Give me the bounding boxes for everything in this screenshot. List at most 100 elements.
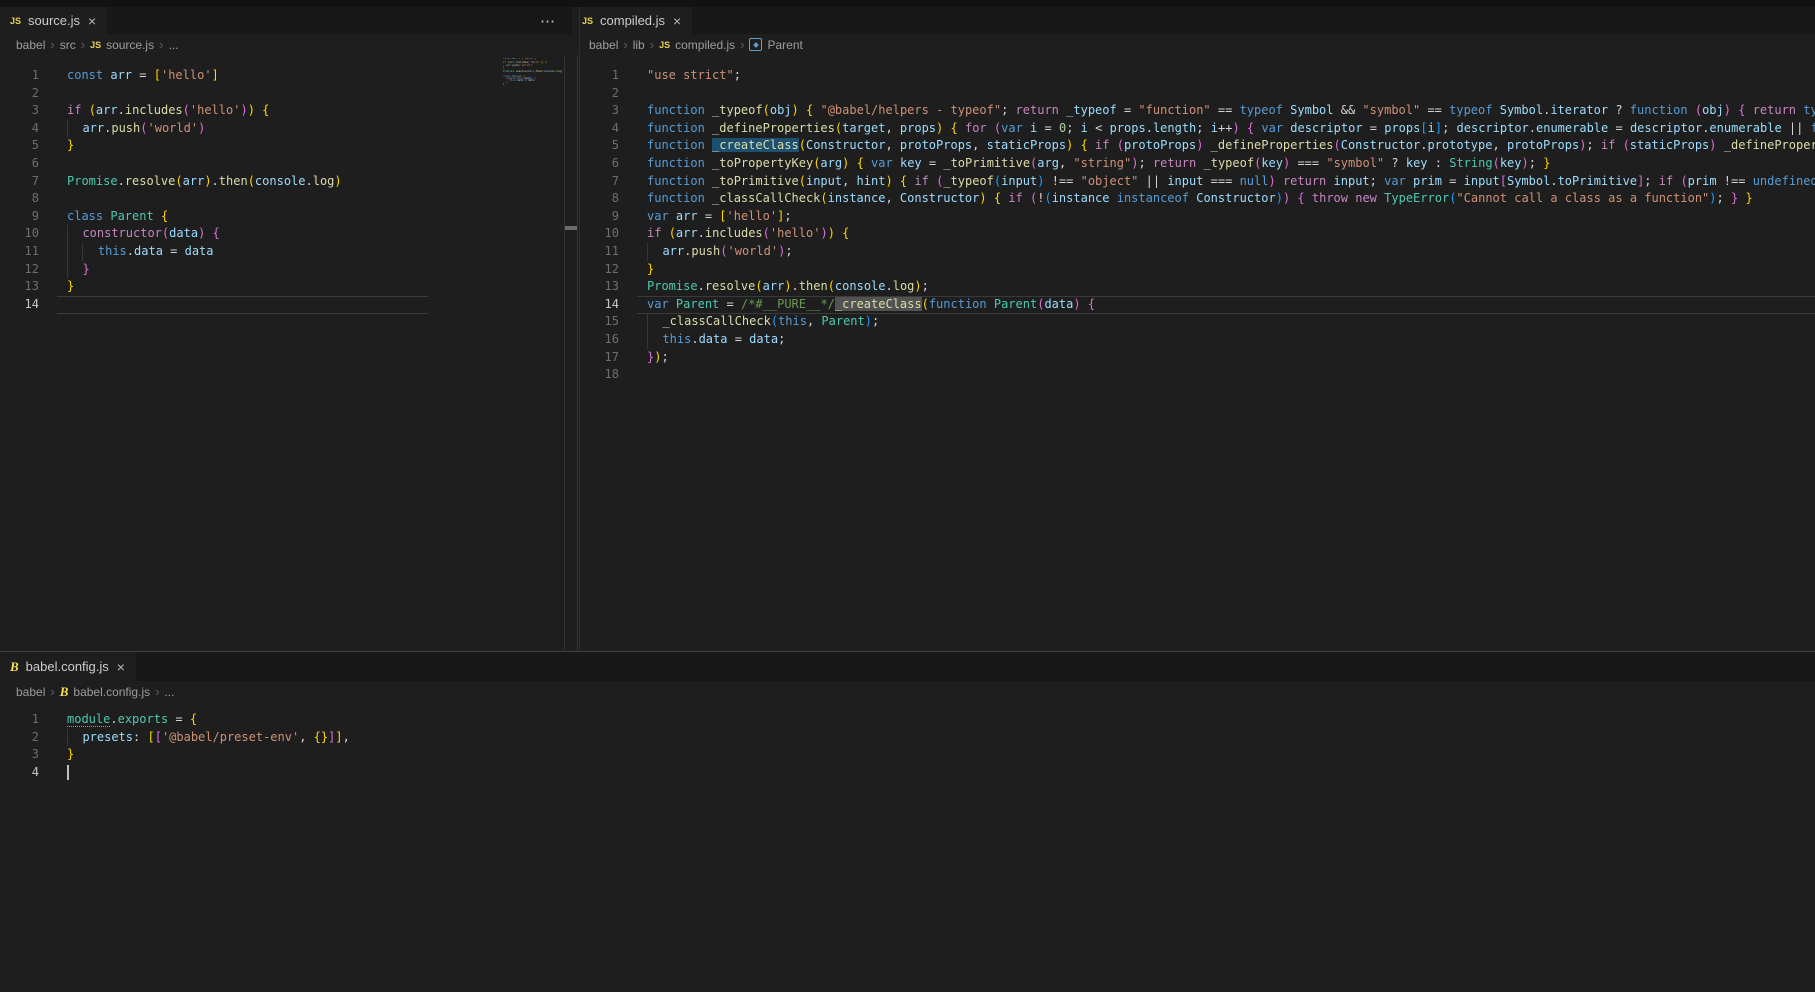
code-text: presets: [['@babel/preset-env', {}]], xyxy=(67,729,350,747)
code-line[interactable]: 6 xyxy=(0,155,579,173)
code-line[interactable]: 13Promise.resolve(arr).then(console.log)… xyxy=(580,278,1815,296)
code-text: if (arr.includes('hello')) { xyxy=(67,102,269,120)
code-line[interactable]: 16 this.data = data; xyxy=(580,331,1815,349)
code-text: constructor(data) { xyxy=(67,225,220,243)
horizontal-sash[interactable] xyxy=(0,651,1815,652)
breadcrumb-item[interactable]: Parent xyxy=(749,38,802,52)
code-line[interactable]: 11 arr.push('world'); xyxy=(580,243,1815,261)
window-top-strip xyxy=(0,0,1815,7)
tab-babel-config-js[interactable]: B babel.config.js × xyxy=(0,652,136,681)
line-number: 15 xyxy=(580,313,619,331)
line-number: 2 xyxy=(580,85,619,103)
code-line[interactable]: 5} xyxy=(0,137,579,155)
line-number: 1 xyxy=(580,67,619,85)
chevron-right-icon: › xyxy=(740,37,744,52)
code-line[interactable]: 8function _classCallCheck(instance, Cons… xyxy=(580,190,1815,208)
code-line[interactable]: 4function _defineProperties(target, prop… xyxy=(580,120,1815,138)
code-line[interactable]: 11 this.data = data xyxy=(0,243,579,261)
code-line[interactable]: 3if (arr.includes('hello')) { xyxy=(0,102,579,120)
breadcrumb-item[interactable]: babel xyxy=(16,685,45,699)
line-number: 12 xyxy=(0,261,39,279)
code-line[interactable]: 14var Parent = /*#__PURE__*/_createClass… xyxy=(580,296,1815,314)
breadcrumb-label: source.js xyxy=(106,38,154,52)
code-line[interactable]: 14 xyxy=(0,296,579,314)
code-line[interactable]: 10if (arr.includes('hello')) { xyxy=(580,225,1815,243)
breadcrumb-label: babel xyxy=(589,38,618,52)
breadcrumb-item[interactable]: ... xyxy=(168,38,178,52)
editor-babel-config-js[interactable]: 1 module.exports = {2 presets: [['@babel/… xyxy=(0,705,1815,992)
javascript-file-icon: JS xyxy=(659,40,670,50)
code-text: function _toPropertyKey(arg) { var key =… xyxy=(647,155,1550,173)
code-line[interactable]: 12 } xyxy=(0,261,579,279)
line-number: 12 xyxy=(580,261,619,279)
line-number: 10 xyxy=(0,225,39,243)
line-number: 9 xyxy=(580,208,619,226)
code-text: this.data = data xyxy=(67,243,214,261)
code-text: class Parent { xyxy=(67,208,168,226)
line-number: 11 xyxy=(0,243,39,261)
code-line[interactable]: 8 xyxy=(0,190,579,208)
code-text: Promise.resolve(arr).then(console.log); xyxy=(647,278,929,296)
code-line[interactable]: 7Promise.resolve(arr).then(console.log) xyxy=(0,173,579,191)
chevron-right-icon: › xyxy=(159,37,163,52)
close-icon[interactable]: × xyxy=(87,14,97,28)
tab-source-js[interactable]: JS source.js × xyxy=(0,7,107,34)
editor-compiled-js[interactable]: 1"use strict";23function _typeof(obj) { … xyxy=(580,55,1815,651)
code-line[interactable]: 10 constructor(data) { xyxy=(0,225,579,243)
code-text: } xyxy=(67,746,74,764)
vertical-sash[interactable] xyxy=(579,7,580,651)
close-icon[interactable]: × xyxy=(672,14,682,28)
line-number: 5 xyxy=(0,137,39,155)
code-line[interactable]: 7function _toPrimitive(input, hint) { if… xyxy=(580,173,1815,191)
code-line[interactable]: 18 xyxy=(580,366,1815,384)
code-line[interactable]: 4 arr.push('world') xyxy=(0,120,579,138)
code-line[interactable]: 5function _createClass(Constructor, prot… xyxy=(580,137,1815,155)
code-line[interactable]: 12} xyxy=(580,261,1815,279)
breadcrumb-item[interactable]: lib xyxy=(633,38,645,52)
breadcrumb-item[interactable]: JScompiled.js xyxy=(659,38,735,52)
editor-actions-more-icon[interactable]: ⋯ xyxy=(540,12,556,30)
code-line[interactable]: 6function _toPropertyKey(arg) { var key … xyxy=(580,155,1815,173)
breadcrumb-item[interactable]: babel xyxy=(16,38,45,52)
overview-ruler-border xyxy=(577,55,578,651)
code-line[interactable]: 1"use strict"; xyxy=(580,67,1815,85)
line-number: 1 xyxy=(0,711,39,729)
code-line[interactable]: 9class Parent { xyxy=(0,208,579,226)
code-line[interactable]: 17}); xyxy=(580,349,1815,367)
code-line[interactable]: 1 module.exports = { xyxy=(0,711,1815,729)
breadcrumb-label: lib xyxy=(633,38,645,52)
code-line[interactable]: 1const arr = ['hello'] xyxy=(0,67,579,85)
breadcrumb: babel›Bbabel.config.js›... xyxy=(0,681,1815,702)
breadcrumb-item[interactable]: JSsource.js xyxy=(90,38,154,52)
babel-file-icon: B xyxy=(60,684,69,700)
code-line[interactable]: 3function _typeof(obj) { "@babel/helpers… xyxy=(580,102,1815,120)
editor-source-js[interactable]: 1const arr = ['hello']23if (arr.includes… xyxy=(0,55,579,651)
code-text: this.data = data; xyxy=(647,331,785,349)
code-line[interactable]: 2 presets: [['@babel/preset-env', {}]], xyxy=(0,729,1815,747)
minimap[interactable]: const arr = ['hello']if (arr.includes('h… xyxy=(503,58,563,92)
line-number: 7 xyxy=(0,173,39,191)
code-text: } xyxy=(647,261,654,279)
close-icon[interactable]: × xyxy=(116,660,126,674)
breadcrumb-item[interactable]: ... xyxy=(164,685,174,699)
breadcrumb-item[interactable]: babel xyxy=(589,38,618,52)
code-text: } xyxy=(67,261,90,279)
javascript-file-icon: JS xyxy=(582,16,593,26)
overview-ruler-cursor-marker xyxy=(565,226,577,230)
code-line[interactable]: 2 xyxy=(580,85,1815,103)
code-line[interactable]: 2 xyxy=(0,85,579,103)
code-line[interactable]: 3} xyxy=(0,746,1815,764)
code-text: module.exports = { xyxy=(67,711,197,729)
code-line[interactable]: 15 _classCallCheck(this, Parent); xyxy=(580,313,1815,331)
breadcrumb-item[interactable]: src xyxy=(60,38,76,52)
chevron-right-icon: › xyxy=(623,37,627,52)
line-number: 3 xyxy=(0,746,39,764)
code-line[interactable]: 4 xyxy=(0,764,1815,782)
chevron-right-icon: › xyxy=(50,37,54,52)
class-symbol-icon xyxy=(749,38,762,51)
breadcrumb-item[interactable]: Bbabel.config.js xyxy=(60,684,150,700)
line-number: 2 xyxy=(0,85,39,103)
code-line[interactable]: 13} xyxy=(0,278,579,296)
tab-compiled-js[interactable]: JS compiled.js × xyxy=(572,7,692,34)
code-line[interactable]: 9var arr = ['hello']; xyxy=(580,208,1815,226)
